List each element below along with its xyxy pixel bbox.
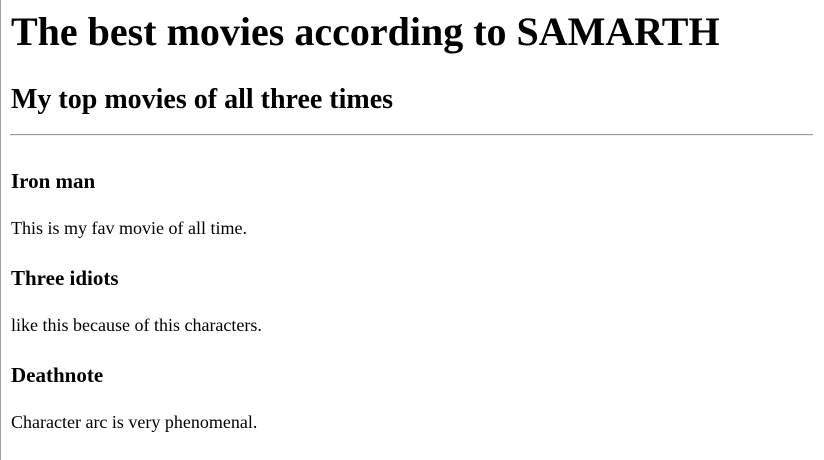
movie-description: This is my fav movie of all time.: [11, 218, 247, 238]
movie-description: Character arc is very phenomenal.: [11, 412, 258, 432]
movie-title: Deathnote: [11, 363, 104, 387]
movie-title: Three idiots: [11, 266, 119, 290]
movie-description: like this because of this characters.: [11, 315, 262, 335]
movie-title: Iron man: [11, 169, 96, 193]
viewport-left-border: [0, 0, 1, 460]
page-subtitle: My top movies of all three times: [11, 84, 394, 115]
section-divider: [10, 134, 813, 136]
page-title: The best movies according to SAMARTH: [11, 9, 720, 54]
